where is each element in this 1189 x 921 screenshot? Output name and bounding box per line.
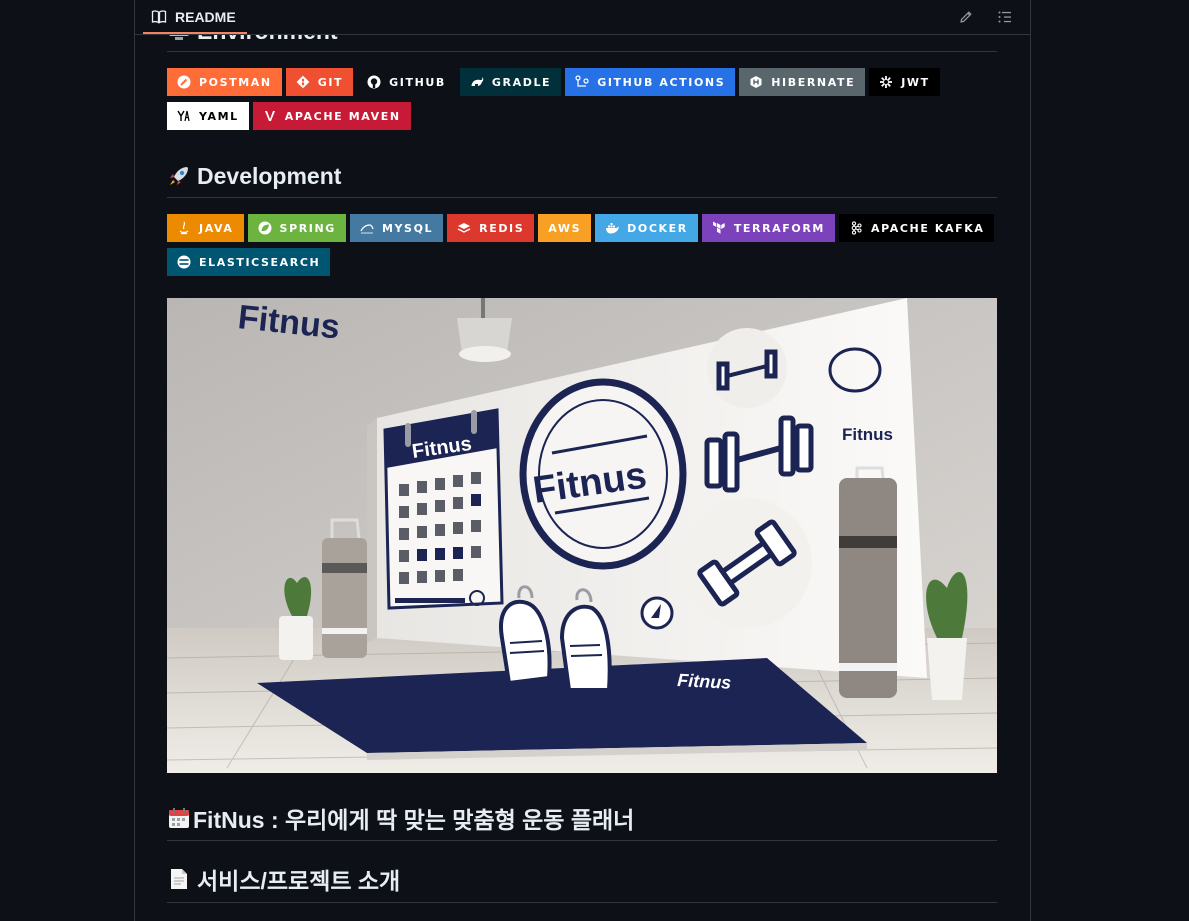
fitnus-hero-image: Fitnus Fitnus Fitnus Fitnus Fitnus (167, 298, 997, 773)
github-actions-icon (575, 75, 589, 87)
badge-kafka-label: APACHE KAFKA (870, 221, 985, 235)
mysql-icon (360, 224, 374, 234)
badge-terraform: TERRAFORM (701, 214, 835, 242)
badge-jwt-label: JWT (901, 75, 930, 89)
badge-mysql-label: MYSQL (381, 221, 434, 235)
git-icon (296, 75, 310, 89)
badge-github-label: GITHUB (389, 75, 446, 89)
gradle-icon (471, 77, 484, 86)
outline-button[interactable] (992, 4, 1018, 30)
badge-redis: REDIS (447, 214, 535, 242)
badge-spring-label: SPRING (279, 221, 336, 235)
development-badges: JAVA SPRING MYSQL REDIS AWS DOCKER TERRA… (167, 214, 1007, 282)
terraform-icon (712, 221, 725, 234)
badge-github: GITHUB (357, 68, 456, 96)
badge-java: JAVA (167, 214, 244, 242)
badge-terraform-label: TERRAFORM (733, 221, 825, 235)
fitnus-heading-rule (167, 840, 997, 841)
badge-spring: SPRING (247, 214, 346, 242)
book-icon (151, 10, 167, 24)
edit-button[interactable] (953, 4, 979, 30)
badge-aws: AWS (538, 214, 592, 242)
badge-gradle-label: GRADLE (491, 75, 552, 89)
badge-kafka: APACHE KAFKA (838, 214, 995, 242)
badge-elasticsearch-label: ELASTICSEARCH (199, 255, 321, 269)
badge-docker: DOCKER (595, 214, 698, 242)
kafka-icon (851, 221, 862, 235)
github-icon (367, 75, 381, 89)
service-heading-text: 서비스/프로젝트 소개 (197, 868, 401, 894)
badge-maven-label: APACHE MAVEN (284, 109, 401, 123)
badge-yaml-label: YAML (199, 109, 239, 123)
postman-icon (177, 75, 191, 89)
calendar-emoji-icon (169, 808, 189, 828)
fitnus-heading: FitNus : 우리에게 딱 맞는 맞춤형 운동 플래너 (167, 803, 997, 833)
badge-yaml: YAML (167, 102, 249, 130)
readme-panel: README POSTMAN GIT GITHUB GRADLE GITHUB … (134, 0, 1031, 921)
readme-tab[interactable]: README (151, 0, 236, 34)
readme-tab-label: README (175, 9, 236, 25)
right-brand-text: Fitnus (842, 425, 893, 444)
environment-heading-rule (167, 51, 997, 52)
development-heading-text: Development (197, 162, 342, 189)
docker-icon (606, 223, 619, 234)
service-heading: 서비스/프로젝트 소개 (167, 864, 997, 894)
badge-java-label: JAVA (199, 221, 234, 235)
badge-maven: APACHE MAVEN (252, 102, 411, 130)
list-icon (998, 11, 1011, 23)
badge-git-label: GIT (317, 75, 344, 89)
badge-postman-label: POSTMAN (199, 75, 272, 89)
yaml-icon (177, 110, 190, 122)
fitnus-heading-text: FitNus : 우리에게 딱 맞는 맞춤형 운동 플래너 (193, 807, 635, 833)
badge-hibernate-label: HIBERNATE (771, 75, 856, 89)
badge-github-actions: GITHUB ACTIONS (565, 68, 736, 96)
badge-git: GIT (285, 68, 354, 96)
environment-badges: POSTMAN GIT GITHUB GRADLE GITHUB ACTIONS… (167, 68, 1007, 136)
service-heading-rule (167, 902, 997, 903)
elasticsearch-icon (177, 255, 191, 269)
document-emoji-icon (171, 869, 187, 889)
mat-brand-text: Fitnus (677, 670, 732, 693)
fitnus-illustration: Fitnus Fitnus Fitnus Fitnus Fitnus (167, 298, 997, 773)
badge-github-actions-label: GITHUB ACTIONS (597, 75, 726, 89)
pencil-icon (960, 11, 972, 23)
jwt-icon (880, 76, 893, 88)
badge-gradle: GRADLE (459, 68, 562, 96)
development-heading: Development (167, 161, 997, 191)
readme-header: README (135, 0, 1030, 35)
hibernate-icon (750, 76, 762, 88)
badge-aws-label: AWS (548, 221, 582, 235)
badge-postman: POSTMAN (167, 68, 282, 96)
badge-hibernate: HIBERNATE (739, 68, 866, 96)
badge-elasticsearch: ELASTICSEARCH (167, 248, 331, 276)
rocket-emoji-icon (170, 167, 188, 185)
java-icon (179, 221, 189, 235)
spring-icon (258, 221, 272, 235)
badge-mysql: MYSQL (349, 214, 444, 242)
badge-jwt: JWT (869, 68, 940, 96)
active-tab-underline (143, 32, 247, 34)
maven-icon (264, 111, 275, 121)
development-heading-rule (167, 197, 997, 198)
redis-icon (457, 223, 471, 233)
badge-docker-label: DOCKER (627, 221, 688, 235)
badge-redis-label: REDIS (479, 221, 525, 235)
